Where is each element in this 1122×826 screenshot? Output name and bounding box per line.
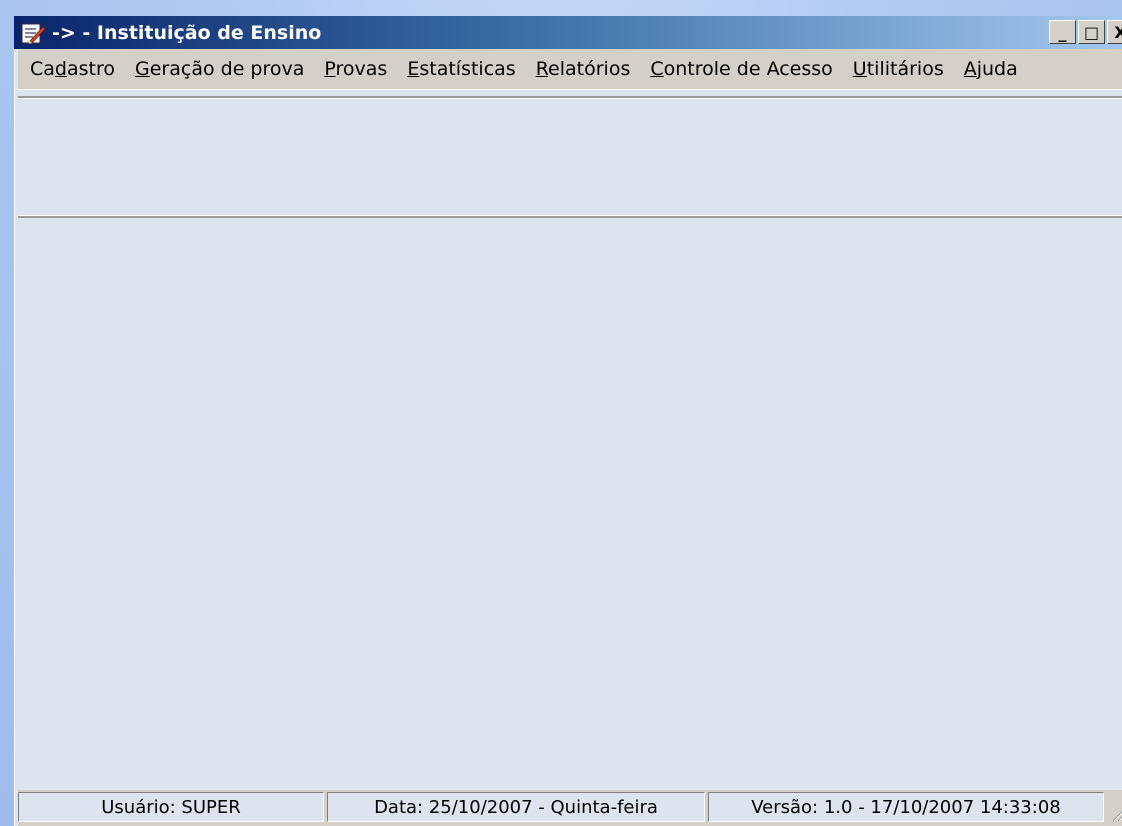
menu-geracao-label-rest: eração de prova bbox=[149, 58, 305, 80]
menu-estatisticas-label-rest: statísticas bbox=[419, 58, 516, 80]
window-title: -> - Instituição de Ensino bbox=[52, 21, 322, 44]
menu-relatorios-accelerator: R bbox=[535, 58, 549, 80]
toolbar-area bbox=[18, 96, 1122, 218]
resize-grip-icon[interactable] bbox=[1107, 792, 1122, 822]
menu-ajuda-label-rest: juda bbox=[976, 58, 1018, 80]
menu-relatorios[interactable]: Relatórios bbox=[526, 58, 641, 80]
menu-estatisticas[interactable]: Estatísticas bbox=[397, 58, 525, 80]
minimize-button[interactable]: _ bbox=[1049, 20, 1076, 44]
menu-cadastro-label-rest: astro bbox=[66, 58, 115, 80]
status-user: Usuário: SUPER bbox=[18, 792, 324, 822]
status-version: Versão: 1.0 - 17/10/2007 14:33:08 bbox=[708, 792, 1104, 822]
menu-controle-label-rest: ontrole de Acesso bbox=[663, 58, 833, 80]
menu-relatorios-label-rest: elatórios bbox=[548, 58, 631, 80]
menu-geracao-de-prova[interactable]: Geração de prova bbox=[125, 58, 314, 80]
client-area bbox=[18, 222, 1122, 796]
menu-cadastro-label: Ca bbox=[30, 58, 55, 80]
menu-ajuda[interactable]: Ajuda bbox=[954, 58, 1028, 80]
status-bar: Usuário: SUPER Data: 25/10/2007 - Quinta… bbox=[18, 790, 1122, 826]
menu-controle-accelerator: C bbox=[650, 58, 664, 80]
close-button[interactable]: X bbox=[1107, 20, 1122, 44]
menu-estatisticas-accelerator: E bbox=[407, 58, 420, 80]
status-date: Data: 25/10/2007 - Quinta-feira bbox=[327, 792, 705, 822]
menu-bar: Cadastro Geração de prova Provas Estatís… bbox=[14, 49, 1122, 90]
menu-cadastro[interactable]: Cadastro bbox=[14, 58, 125, 80]
menu-utilitarios-accelerator: U bbox=[852, 58, 867, 80]
menu-provas-accelerator: P bbox=[324, 58, 336, 80]
menu-cadastro-accelerator: d bbox=[54, 58, 67, 80]
menu-utilitarios-label-rest: tilitários bbox=[866, 58, 944, 80]
main-window: -> - Instituição de Ensino _ □ X Cadastr… bbox=[14, 16, 1122, 826]
maximize-button[interactable]: □ bbox=[1078, 20, 1105, 44]
menu-utilitarios[interactable]: Utilitários bbox=[843, 58, 954, 80]
menu-provas-label-rest: rovas bbox=[335, 58, 388, 80]
caption-buttons: _ □ X bbox=[1049, 20, 1122, 44]
title-bar[interactable]: -> - Instituição de Ensino _ □ X bbox=[14, 16, 1122, 49]
menu-provas[interactable]: Provas bbox=[314, 58, 397, 80]
menu-ajuda-accelerator: A bbox=[963, 58, 977, 80]
menu-geracao-accelerator: G bbox=[135, 58, 150, 80]
menu-controle-de-acesso[interactable]: Controle de Acesso bbox=[640, 58, 842, 80]
notepad-pencil-icon[interactable] bbox=[20, 21, 46, 45]
